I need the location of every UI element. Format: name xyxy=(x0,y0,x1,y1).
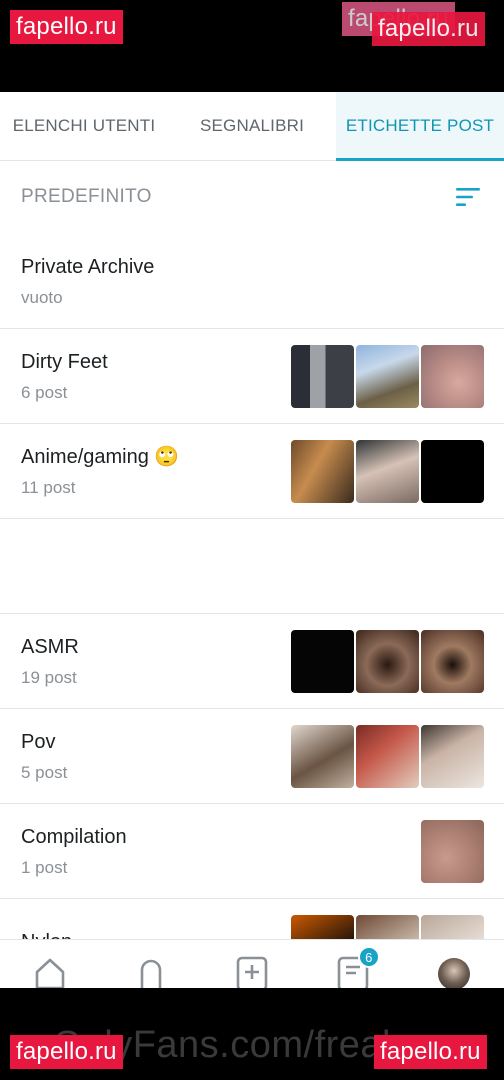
watermark-bottom-right: fapello.ru xyxy=(374,1035,487,1069)
sort-icon[interactable] xyxy=(454,185,482,209)
list-item[interactable]: Anime/gaming 🙄 11 post xyxy=(0,424,504,519)
list-item-count: 6 post xyxy=(21,383,68,402)
thumbnail xyxy=(421,724,484,788)
thumbnail xyxy=(291,439,354,503)
list-item-count: 11 post xyxy=(21,478,76,497)
list-item-name: Private Archive xyxy=(21,255,155,278)
thumbnail xyxy=(291,724,354,788)
list-item-count: 1 post xyxy=(21,858,68,877)
thumbnail xyxy=(291,344,354,408)
list-item-count: vuoto xyxy=(21,287,63,307)
list-item-name: Dirty Feet xyxy=(21,351,108,373)
thumbnail xyxy=(421,629,484,693)
tab-post-labels[interactable]: ETICHETTE POST xyxy=(336,92,504,161)
list-item[interactable]: Dirty Feet 6 post xyxy=(0,329,504,424)
thumbnail-strip xyxy=(291,629,484,693)
avatar xyxy=(437,958,470,988)
nav-home[interactable] xyxy=(20,940,80,988)
section-title: PREDEFINITO xyxy=(21,186,152,207)
thumbnail xyxy=(421,439,484,503)
tab-bookmarks[interactable]: SEGNALIBRI xyxy=(168,92,336,160)
list-item-count: 5 post xyxy=(21,763,68,782)
nav-lists[interactable]: 6 xyxy=(323,940,383,988)
tab-bar: ELENCHI UTENTI SEGNALIBRI ETICHETTE POST xyxy=(0,92,504,161)
watermark-bottom-left: fapello.ru xyxy=(10,1035,123,1069)
list-item[interactable]: Private Archive vuoto xyxy=(0,233,504,329)
list-item[interactable]: Compilation 1 post xyxy=(0,804,504,899)
list-item-name: Compilation xyxy=(21,826,127,848)
empty-row xyxy=(0,519,504,614)
nav-profile[interactable] xyxy=(424,940,484,988)
list-item-name: Pov xyxy=(21,731,56,753)
list-item[interactable]: Pov 5 post xyxy=(0,709,504,804)
watermark-top-left: fapello.ru xyxy=(10,10,123,44)
list-item-name: Anime/gaming 🙄 xyxy=(21,446,180,468)
thumbnail-strip xyxy=(291,439,484,503)
thumbnail-strip xyxy=(421,819,484,883)
bell-icon xyxy=(140,959,162,988)
section-header: PREDEFINITO xyxy=(0,161,504,233)
bottom-nav: 6 xyxy=(0,939,504,988)
thumbnail-strip xyxy=(291,344,484,408)
thumbnail xyxy=(356,629,419,693)
list-item[interactable]: ASMR 19 post xyxy=(0,614,504,709)
thumbnail xyxy=(356,344,419,408)
notification-badge: 6 xyxy=(357,946,380,968)
app-screen: ELENCHI UTENTI SEGNALIBRI ETICHETTE POST… xyxy=(0,92,504,988)
watermark-top-right: fapello.ru xyxy=(372,12,485,46)
thumbnail-strip xyxy=(291,724,484,788)
thumbnail xyxy=(421,819,484,883)
thumbnail xyxy=(291,629,354,693)
list-item-count: 19 post xyxy=(21,668,77,687)
nav-add-post[interactable] xyxy=(222,940,282,988)
thumbnail xyxy=(356,724,419,788)
add-icon xyxy=(236,956,268,988)
home-icon xyxy=(36,958,65,988)
thumbnail xyxy=(421,344,484,408)
list-item-name: ASMR xyxy=(21,636,79,658)
nav-notifications[interactable] xyxy=(121,940,181,988)
thumbnail xyxy=(356,439,419,503)
tab-user-lists[interactable]: ELENCHI UTENTI xyxy=(0,92,168,160)
